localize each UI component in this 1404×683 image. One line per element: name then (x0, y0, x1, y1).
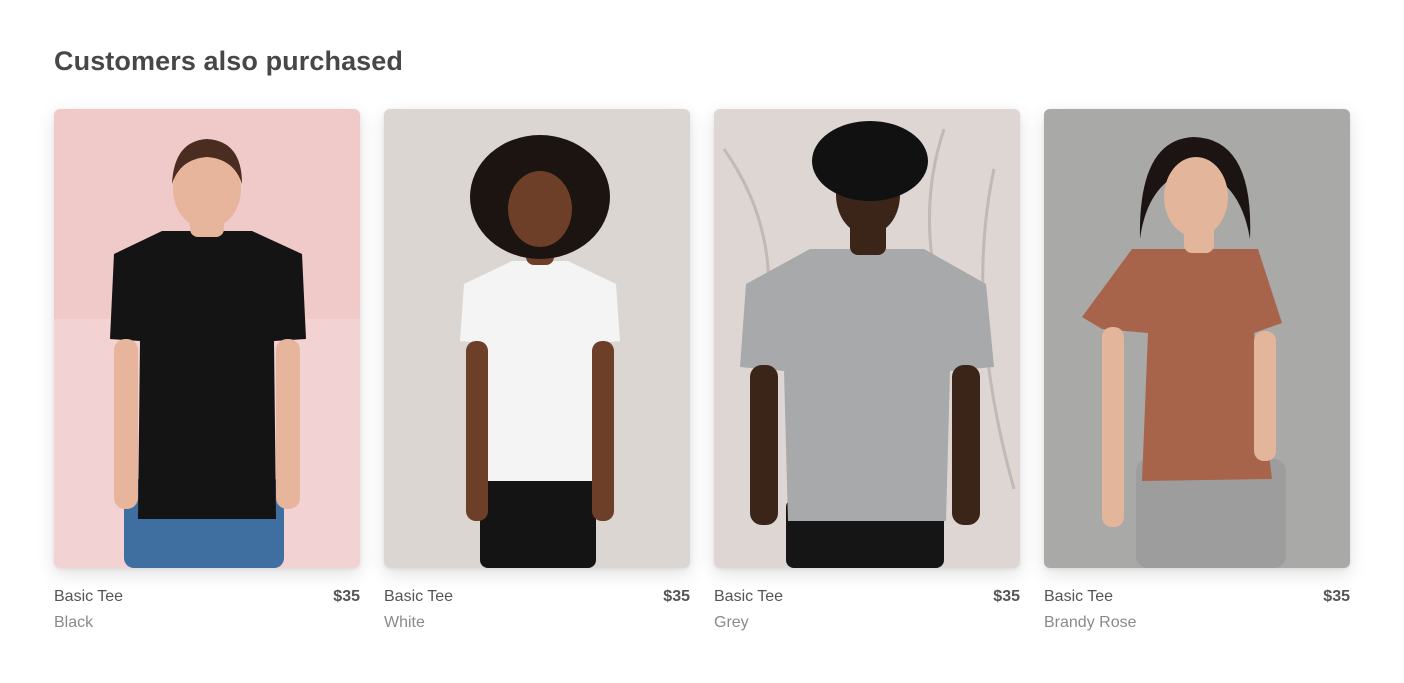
product-price: $35 (663, 588, 690, 605)
product-name[interactable]: Basic Tee (384, 588, 453, 606)
product-grid: Basic Tee $35 Black Basic Tee $35 White … (54, 109, 1350, 632)
product-name[interactable]: Basic Tee (1044, 588, 1113, 606)
product-color: White (384, 614, 425, 631)
related-products-section: Customers also purchased Basic Tee $35 B… (0, 0, 1404, 683)
product-color: Grey (714, 614, 749, 631)
product-image[interactable] (1044, 109, 1350, 568)
product-card[interactable]: Basic Tee $35 Black (54, 109, 360, 632)
product-image[interactable] (384, 109, 690, 568)
product-price: $35 (1323, 588, 1350, 605)
product-name[interactable]: Basic Tee (714, 588, 783, 606)
product-card[interactable]: Basic Tee $35 Brandy Rose (1044, 109, 1350, 632)
product-photo-placeholder (54, 109, 360, 568)
product-price: $35 (993, 588, 1020, 605)
product-price: $35 (333, 588, 360, 605)
product-photo-placeholder (714, 109, 1020, 568)
product-photo-placeholder (1044, 109, 1350, 568)
product-card[interactable]: Basic Tee $35 Grey (714, 109, 1020, 632)
product-photo-placeholder (384, 109, 690, 568)
product-color: Black (54, 614, 94, 631)
product-image[interactable] (54, 109, 360, 568)
product-color: Brandy Rose (1044, 614, 1137, 631)
product-name[interactable]: Basic Tee (54, 588, 123, 606)
product-card[interactable]: Basic Tee $35 White (384, 109, 690, 632)
product-image[interactable] (714, 109, 1020, 568)
section-title: Customers also purchased (54, 46, 404, 76)
